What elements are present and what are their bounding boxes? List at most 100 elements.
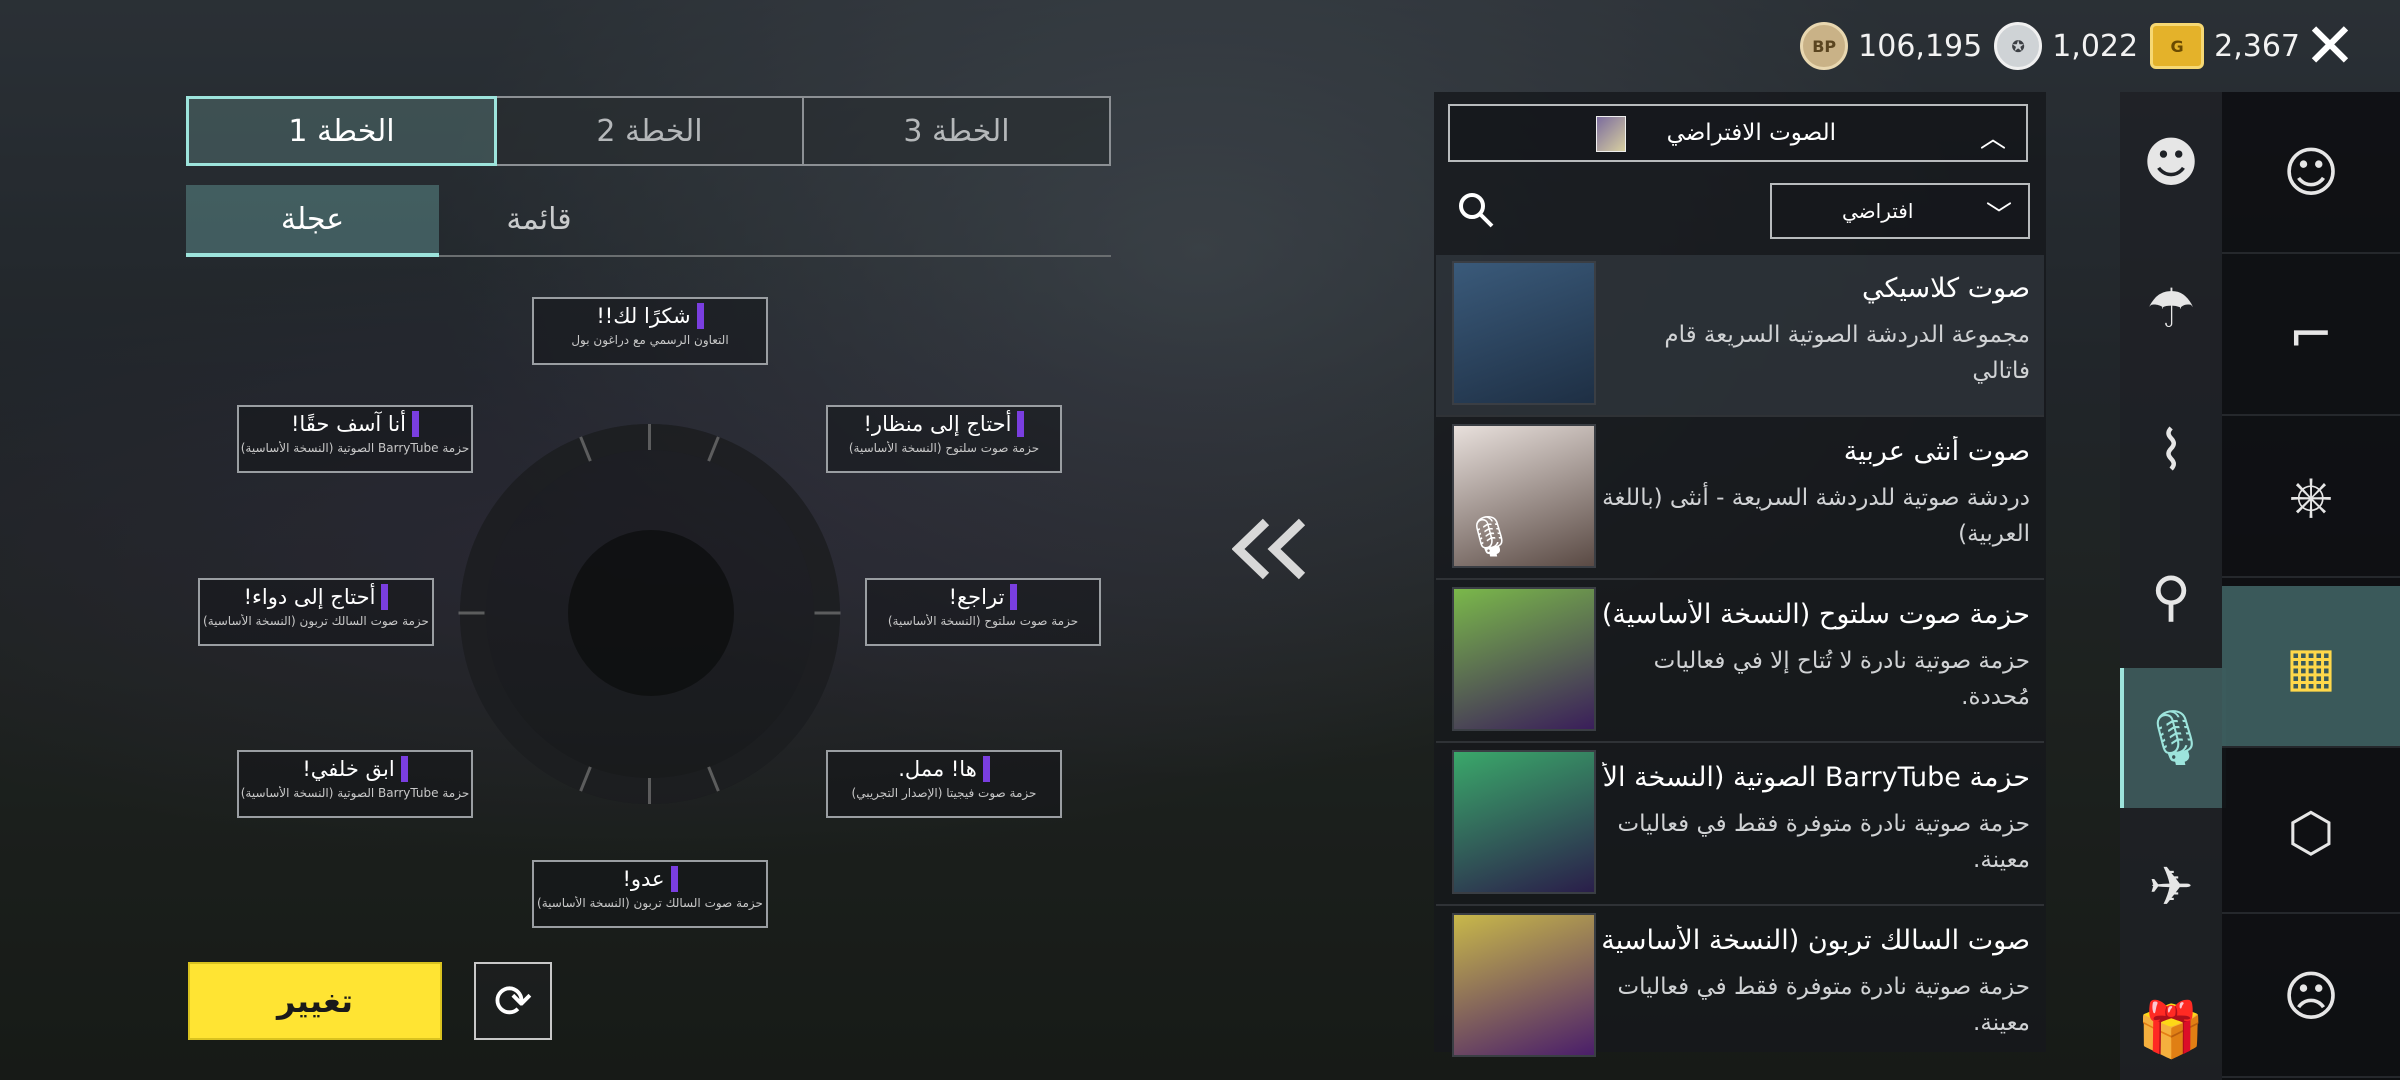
slot-pack: حزمة صوت سلتوح (النسخة الأساسية)	[887, 614, 1079, 628]
slot-title: ابق خلفي!	[302, 757, 395, 781]
item-description: مجموعة الدردشة الصوتية السريعة قام فاتال…	[1664, 322, 2030, 384]
item-description: حزمة صوتية نادرة لا تُتاح إلا في فعاليات…	[1653, 648, 2030, 710]
item-title: صوت أنثى عربية	[1843, 436, 2030, 467]
tab-plan-2[interactable]: الخطة 2	[497, 96, 804, 166]
voice-pack-icon	[1596, 116, 1626, 152]
wheel-divider	[458, 611, 485, 615]
voice-pack-item[interactable]: صوت السالك تربون (النسخة الأساسية) حزمة …	[1436, 907, 2044, 1057]
wheel-slot-top-left[interactable]: أنا آسف حقًا! حزمة BarryTube الصوتية (ال…	[237, 405, 473, 473]
location-pin-icon[interactable]: ⚲	[2120, 546, 2222, 646]
tab-plan-1[interactable]: الخطة 1	[186, 96, 497, 166]
gift-box-icon[interactable]: 🎁	[2120, 980, 2222, 1080]
ag-coin-icon: ✪	[1994, 22, 2043, 70]
voice-pack-thumbnail	[1452, 587, 1596, 731]
parachute-icon[interactable]: ☂	[2120, 258, 2222, 358]
default-voice-selector[interactable]: الصوت الافتراضي ︿	[1448, 104, 2028, 162]
item-title: صوت كلاسيكي	[1861, 273, 2030, 304]
tab-wheel[interactable]: عجلة	[186, 185, 439, 257]
filter-dropdown[interactable]: افتراضي ﹀	[1770, 183, 2030, 239]
microphone-icon[interactable]: 🎙	[2120, 668, 2226, 808]
microphone-icon: 🎙	[1464, 514, 1515, 560]
airplane-icon[interactable]: ✈	[2120, 836, 2222, 936]
slot-pack: حزمة صوت فيجيتا (الإصدار التجريبي)	[851, 786, 1037, 800]
wheel-divider	[648, 778, 651, 804]
item-description: حزمة صوتية نادرة متوفرة فقط في فعاليات م…	[1617, 974, 2030, 1036]
wheel-slot-top[interactable]: شكرًا لك!! التعاون الرسمي مع دراغون بول	[532, 297, 768, 365]
slot-marker	[1017, 411, 1025, 437]
slot-title: شكرًا لك!!	[596, 304, 691, 328]
g-amount: 2,367	[2214, 28, 2300, 64]
prone-icon[interactable]: ⌇	[2120, 400, 2222, 500]
ag-amount: 1,022	[2052, 28, 2139, 64]
filter-label: افتراضي	[1842, 199, 1914, 223]
tab-list[interactable]: قائمة	[439, 185, 639, 253]
close-icon[interactable]: ✕	[2302, 15, 2358, 77]
voice-pack-thumbnail: 🎙	[1452, 424, 1596, 568]
item-title: حزمة صوت سلتوح (النسخة الأساسية)	[1602, 599, 2030, 630]
wheel-divider	[814, 611, 841, 615]
voice-pack-item[interactable]: صوت كلاسيكي مجموعة الدردشة الصوتية السري…	[1436, 255, 2044, 417]
search-icon[interactable]	[1456, 190, 1496, 230]
voice-pack-thumbnail	[1452, 913, 1596, 1057]
agent-icon[interactable]: ☹	[2222, 916, 2400, 1078]
item-title: حزمة BarryTube الصوتية (النسخة الأساسية)	[1602, 762, 2030, 793]
voice-pack-thumbnail	[1452, 750, 1596, 894]
steering-wheel-icon[interactable]: ⎈	[2222, 416, 2400, 578]
wheel-slot-right[interactable]: تراجع! حزمة صوت سلتوح (النسخة الأساسية)	[865, 578, 1101, 646]
voice-pack-thumbnail	[1452, 261, 1596, 405]
slot-marker	[400, 756, 408, 782]
refresh-icon[interactable]: ⟳	[474, 962, 552, 1040]
crate-banner-icon[interactable]: ▦	[2222, 586, 2400, 748]
bp-currency: BP 106,195	[1800, 22, 1982, 70]
slot-pack: حزمة صوت السالك تربون (النسخة الأساسية)	[537, 896, 763, 910]
character-icon[interactable]: ☺	[2222, 92, 2400, 254]
slot-title: أحتاج إلى دواء!	[243, 585, 376, 609]
wheel-slot-top-right[interactable]: أحتاج إلى منظار! حزمة صوت سلتوح (النسخة …	[826, 405, 1062, 473]
double-chevron-left-icon[interactable]	[1232, 518, 1308, 580]
slot-marker	[982, 756, 990, 782]
slot-pack: حزمة BarryTube الصوتية (النسخة الأساسية)	[240, 786, 470, 800]
wheel-slot-bottom-left[interactable]: ابق خلفي! حزمة BarryTube الصوتية (النسخة…	[237, 750, 473, 818]
voice-pack-item[interactable]: 🎙 صوت أنثى عربية دردشة صوتية للدردشة الس…	[1436, 418, 2044, 580]
item-title: صوت السالك تربون (النسخة الأساسية)	[1602, 925, 2030, 956]
voice-pack-item[interactable]: حزمة BarryTube الصوتية (النسخة الأساسية)…	[1436, 744, 2044, 906]
slot-marker	[696, 303, 704, 329]
bp-coin-icon: BP	[1800, 22, 1849, 70]
chevron-down-icon: ﹀	[1985, 201, 2012, 231]
emote-icon[interactable]: ☻	[2120, 112, 2222, 212]
g-coin-icon: G	[2150, 23, 2205, 69]
uc-currency: G 2,367	[2150, 23, 2300, 69]
slot-title: أحتاج إلى منظار!	[863, 412, 1012, 436]
plan-tabs: الخطة 1 الخطة 2 الخطة 3	[186, 96, 1111, 166]
slot-title: تراجع!	[948, 585, 1005, 609]
view-tabs: عجلة قائمة	[186, 185, 1111, 257]
slot-marker	[670, 866, 678, 892]
change-button[interactable]: تغيير	[188, 962, 442, 1040]
wheel-center	[568, 530, 734, 696]
gun-icon[interactable]: ⌐	[2222, 254, 2400, 416]
slot-marker	[1010, 584, 1018, 610]
slot-marker	[381, 584, 389, 610]
bp-amount: 106,195	[1858, 28, 1983, 64]
slot-pack: التعاون الرسمي مع دراغون بول	[571, 333, 729, 347]
box-icon[interactable]: ⬡	[2222, 752, 2400, 914]
item-description: حزمة صوتية نادرة متوفرة فقط في فعاليات م…	[1617, 811, 2030, 873]
item-description: دردشة صوتية للدردشة السريعة - أنثى (بالل…	[1602, 485, 2030, 547]
wheel-slot-bottom-right[interactable]: ها! ممل. حزمة صوت فيجيتا (الإصدار التجري…	[826, 750, 1062, 818]
wheel-divider	[648, 424, 651, 450]
currency-bar: BP 106,195 ✪ 1,022 G 2,367	[1800, 18, 2300, 74]
slot-title: عدو!	[622, 867, 665, 891]
default-voice-label: الصوت الافتراضي	[1666, 120, 1836, 146]
slot-pack: حزمة صوت سلتوح (النسخة الأساسية)	[848, 441, 1040, 455]
slot-title: أنا آسف حقًا!	[290, 412, 407, 436]
slot-marker	[412, 411, 420, 437]
tab-plan-3[interactable]: الخطة 3	[804, 96, 1111, 166]
chevron-up-icon: ︿	[1979, 124, 2006, 154]
voice-pack-item[interactable]: حزمة صوت سلتوح (النسخة الأساسية) حزمة صو…	[1436, 581, 2044, 743]
wheel-slot-bottom[interactable]: عدو! حزمة صوت السالك تربون (النسخة الأسا…	[532, 860, 768, 928]
slot-title: ها! ممل.	[898, 757, 977, 781]
ag-currency: ✪ 1,022	[1994, 22, 2138, 70]
slot-pack: حزمة صوت السالك تربون (النسخة الأساسية)	[203, 614, 429, 628]
slot-pack: حزمة BarryTube الصوتية (النسخة الأساسية)	[240, 441, 470, 455]
wheel-slot-left[interactable]: أحتاج إلى دواء! حزمة صوت السالك تربون (ا…	[198, 578, 434, 646]
